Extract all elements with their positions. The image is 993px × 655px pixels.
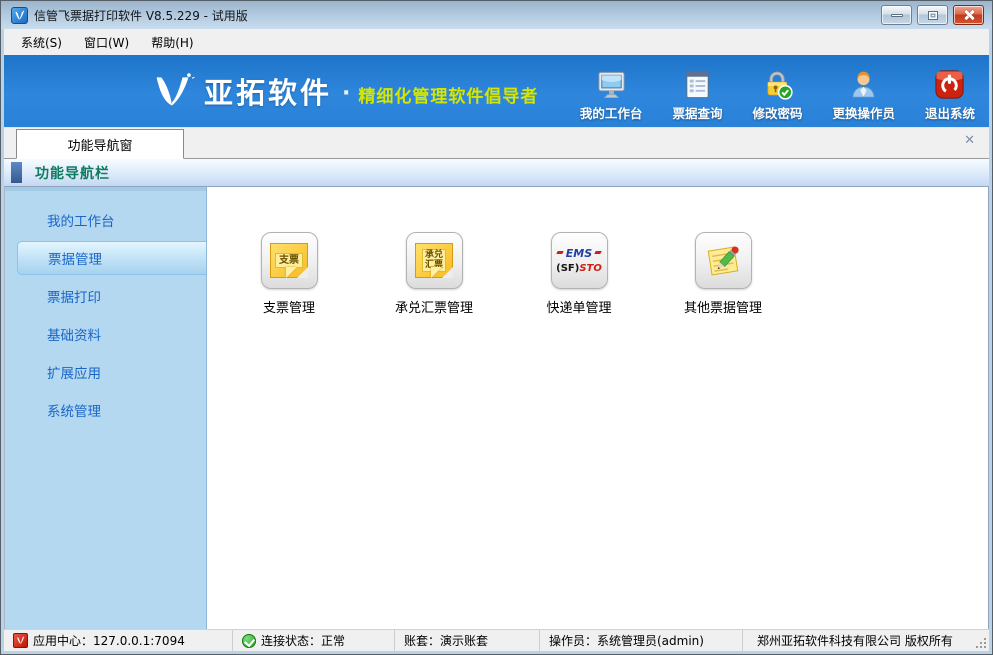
status-copyright: 郑州亚拓软件科技有限公司 版权所有 (743, 630, 974, 651)
brand-block: 亚拓软件 · 精细化管理软件倡导者 (150, 70, 538, 112)
window-title: 信管飞票据打印软件 V8.5.229 - 试用版 (34, 7, 881, 24)
tab-close-icon[interactable]: ✕ (964, 134, 975, 147)
module-label: 支票管理 (263, 297, 315, 316)
sf-logo-text: (SF) (556, 263, 579, 274)
status-app-center: 应用中心：127.0.0.1:7094 (4, 630, 233, 651)
status-connection-text: 连接状态：正常 (261, 632, 345, 649)
tab-function-navigator[interactable]: 功能导航窗 (16, 129, 184, 159)
menu-help[interactable]: 帮助(H) (140, 30, 204, 55)
app-window: 信管飞票据打印软件 V8.5.229 - 试用版 系统(S) 窗口(W) 帮助(… (0, 0, 993, 655)
function-sidebar: 我的工作台 票据管理 票据打印 基础资料 扩展应用 系统管理 (5, 187, 207, 629)
status-copyright-text: 郑州亚拓软件科技有限公司 版权所有 (757, 632, 953, 649)
tool-label: 我的工作台 (580, 103, 643, 122)
status-operator: 操作员：系统管理员(admin) (540, 630, 743, 651)
brand-banner: 亚拓软件 · 精细化管理软件倡导者 我的工作台 (4, 55, 989, 128)
title-bar: 信管飞票据打印软件 V8.5.229 - 试用版 (1, 1, 992, 29)
nav-accent-bar (11, 162, 22, 183)
module-label: 承兑汇票管理 (395, 297, 473, 316)
status-account-text: 账套：演示账套 (404, 632, 488, 649)
module-label: 快递单管理 (546, 297, 611, 316)
maximize-button[interactable] (917, 5, 948, 25)
brand-name: 亚拓软件 (204, 70, 332, 112)
cheque-note-text: 支票 (275, 253, 303, 268)
cheque-note-icon: 支票 (261, 232, 318, 289)
status-app-center-text: 应用中心：127.0.0.1:7094 (33, 632, 185, 649)
tool-label: 退出系统 (925, 103, 975, 122)
minimize-icon (891, 14, 903, 17)
brand-separator: · (342, 81, 350, 106)
module-cheque-management[interactable]: 支票 支票管理 (229, 232, 349, 316)
tool-exit-system[interactable]: 退出系统 (925, 68, 975, 122)
status-bar: 应用中心：127.0.0.1:7094 连接状态：正常 账套：演示账套 操作员：… (4, 629, 989, 651)
express-icon: EMS (SF)STO (551, 232, 608, 289)
tool-bill-query[interactable]: 票据查询 (672, 68, 722, 122)
sidebar-item-bill-management[interactable]: 票据管理 (17, 241, 206, 275)
status-account-set: 账套：演示账套 (395, 630, 540, 651)
pencil-note-icon (695, 232, 752, 289)
maximize-icon (928, 11, 938, 20)
menu-bar: 系统(S) 窗口(W) 帮助(H) (4, 29, 989, 55)
sidebar-item-my-workbench[interactable]: 我的工作台 (5, 201, 206, 239)
operator-icon (847, 68, 880, 101)
tab-bar: 功能导航窗 ✕ (4, 128, 989, 159)
main-area: 我的工作台 票据管理 票据打印 基础资料 扩展应用 系统管理 支票 支票管理 (4, 186, 989, 629)
tool-my-workbench[interactable]: 我的工作台 (580, 68, 643, 122)
brand-logo-icon (150, 71, 196, 111)
banner-toolbar: 我的工作台 票据查询 (580, 68, 975, 122)
monitor-icon (595, 68, 628, 101)
sidebar-item-bill-printing[interactable]: 票据打印 (5, 277, 206, 315)
sidebar-item-system-management[interactable]: 系统管理 (5, 391, 206, 429)
menu-system[interactable]: 系统(S) (10, 30, 73, 55)
sidebar-item-basic-data[interactable]: 基础资料 (5, 315, 206, 353)
window-body: 系统(S) 窗口(W) 帮助(H) 亚拓软件 · 精细化管理软件倡导者 (4, 29, 989, 651)
nav-header-title: 功能导航栏 (35, 163, 110, 183)
sidebar-item-extended-apps[interactable]: 扩展应用 (5, 353, 206, 391)
status-operator-text: 操作员：系统管理员(admin) (549, 632, 704, 649)
minimize-button[interactable] (881, 5, 912, 25)
lock-icon (761, 68, 794, 101)
app-center-logo-icon (13, 633, 28, 648)
power-icon (933, 68, 966, 101)
status-connection: 连接状态：正常 (233, 630, 395, 651)
tool-label: 修改密码 (752, 103, 802, 122)
nav-header-band: 功能导航栏 (4, 159, 989, 186)
brand-tagline: 精细化管理软件倡导者 (358, 82, 538, 107)
tool-change-password[interactable]: 修改密码 (752, 68, 802, 122)
ems-logo-text: EMS (560, 248, 598, 260)
resize-grip[interactable] (974, 636, 987, 649)
connection-ok-icon (242, 634, 256, 648)
acceptance-note-line2: 汇票 (425, 261, 443, 271)
app-logo-icon (11, 7, 28, 24)
tool-label: 更换操作员 (832, 103, 895, 122)
module-panel: 支票 支票管理 承兑 汇票 承兑汇票管理 (207, 187, 988, 629)
module-label: 其他票据管理 (684, 297, 762, 316)
acceptance-note-icon: 承兑 汇票 (406, 232, 463, 289)
close-button[interactable] (953, 5, 984, 25)
module-acceptance-bill-management[interactable]: 承兑 汇票 承兑汇票管理 (374, 232, 494, 316)
module-express-waybill-management[interactable]: EMS (SF)STO 快递单管理 (519, 232, 639, 316)
tool-label: 票据查询 (672, 103, 722, 122)
window-controls (881, 5, 984, 25)
close-icon (963, 9, 975, 21)
menu-window[interactable]: 窗口(W) (73, 30, 140, 55)
tool-change-operator[interactable]: 更换操作员 (832, 68, 895, 122)
module-other-bills-management[interactable]: 其他票据管理 (663, 232, 783, 316)
sto-logo-text: STO (579, 263, 602, 274)
list-icon (681, 68, 714, 101)
